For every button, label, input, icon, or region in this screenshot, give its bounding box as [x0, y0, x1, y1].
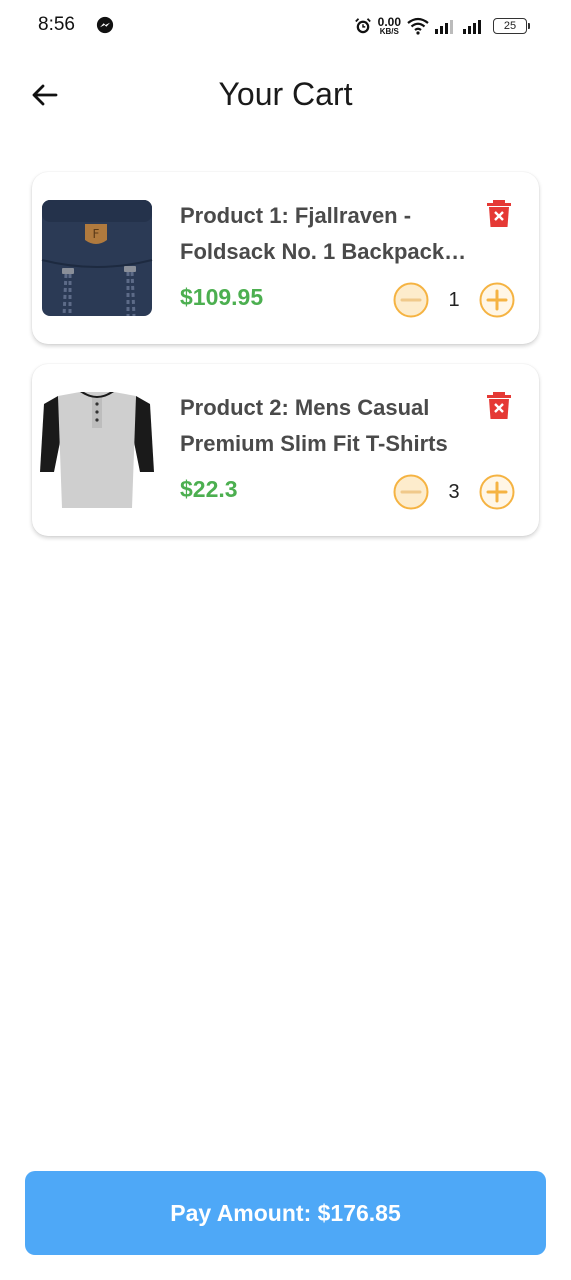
- alarm-icon: [354, 18, 371, 34]
- svg-text:F: F: [93, 227, 100, 241]
- messenger-icon: [96, 16, 114, 34]
- pay-amount-button[interactable]: Pay Amount: $176.85: [25, 1171, 546, 1255]
- quantity-stepper: 1: [393, 282, 515, 318]
- status-bar: 8:56 0.00 KB/S 25: [0, 0, 571, 52]
- delete-icon[interactable]: [487, 200, 511, 228]
- minus-circle-icon[interactable]: [393, 474, 429, 510]
- cart-list: F Product 1: Fjallraven - Foldsack No. 1…: [32, 172, 539, 556]
- network-speed-unit: KB/S: [379, 27, 399, 36]
- signal-icon-2: [463, 20, 481, 34]
- cart-item: F Product 1: Fjallraven - Foldsack No. 1…: [32, 172, 539, 344]
- minus-circle-icon[interactable]: [393, 282, 429, 318]
- delete-icon[interactable]: [487, 392, 511, 420]
- plus-circle-icon[interactable]: [479, 474, 515, 510]
- wifi-icon: [407, 17, 429, 35]
- product-title[interactable]: Product 2: Mens Casual Premium Slim Fit …: [180, 390, 470, 462]
- product-price: $109.95: [180, 284, 264, 310]
- product-price: $22.3: [180, 476, 238, 502]
- quantity-value: 3: [448, 480, 460, 503]
- battery-level: 25: [503, 20, 517, 32]
- plus-circle-icon[interactable]: [479, 282, 515, 318]
- quantity-value: 1: [448, 288, 460, 311]
- page-title: Your Cart: [218, 76, 353, 112]
- network-speed: 0.00 KB/S: [378, 16, 401, 36]
- backpack-icon: F: [40, 200, 154, 316]
- tshirt-icon: [40, 392, 154, 508]
- status-time: 8:56: [38, 14, 75, 35]
- battery-indicator: 25: [493, 18, 530, 34]
- signal-icon-1: [435, 20, 453, 34]
- product-title[interactable]: Product 1: Fjallraven - Foldsack No. 1 B…: [180, 198, 470, 270]
- cart-item: Product 2: Mens Casual Premium Slim Fit …: [32, 364, 539, 536]
- quantity-stepper: 3: [393, 474, 515, 510]
- status-icons: 0.00 KB/S 25: [354, 13, 530, 39]
- tshirt-image: [40, 392, 154, 508]
- backpack-image: F: [40, 200, 154, 316]
